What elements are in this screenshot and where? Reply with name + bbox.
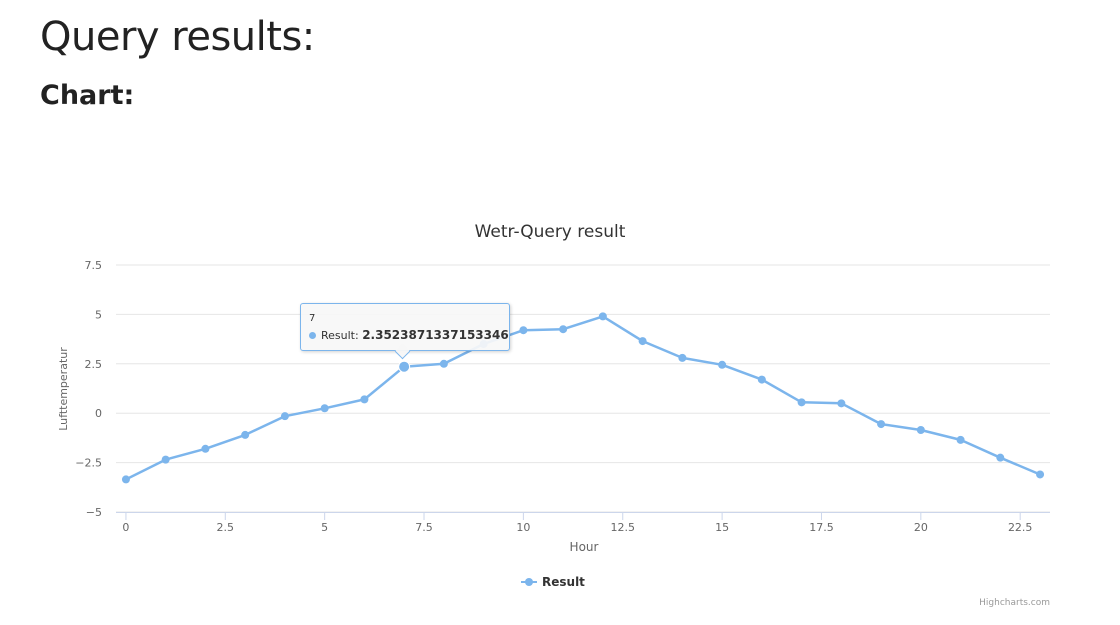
y-tick-label: −2.5 [75, 457, 102, 470]
x-tick-label: 12.5 [610, 521, 635, 534]
tooltip-value: 2.3523871337153346 [362, 328, 509, 342]
tooltip-series-name: Result [321, 329, 355, 342]
data-point [598, 312, 607, 321]
data-point [1036, 470, 1045, 479]
x-tick-label: 22.5 [1008, 521, 1033, 534]
x-axis-title: Hour [570, 540, 599, 554]
x-tick-label: 7.5 [415, 521, 433, 534]
y-tick-label: −5 [86, 506, 102, 519]
data-point [916, 425, 925, 434]
data-point [201, 444, 210, 453]
y-tick-label: 5 [95, 308, 102, 321]
data-point [320, 404, 329, 413]
legend-item-result: Result [542, 575, 585, 589]
data-point [280, 412, 289, 421]
data-point [797, 398, 806, 407]
legend-marker-icon [525, 578, 533, 586]
x-tick-label: 17.5 [809, 521, 834, 534]
data-point [519, 326, 528, 335]
data-point [837, 399, 846, 408]
y-tick-label: 7.5 [85, 259, 103, 272]
chart-title: Wetr-Query result [475, 222, 626, 242]
data-point [757, 375, 766, 384]
x-tick-label: 15 [715, 521, 729, 534]
data-point [559, 325, 568, 334]
data-point [439, 359, 448, 368]
chart-tooltip: 7 Result: 2.3523871337153346 [300, 303, 510, 351]
data-point [161, 455, 170, 464]
y-tick-label: 2.5 [85, 358, 103, 371]
data-point [996, 453, 1005, 462]
data-point [678, 353, 687, 362]
x-tick-label: 0 [122, 521, 129, 534]
data-point [360, 395, 369, 404]
tooltip-x-value: 7 [309, 313, 316, 324]
data-point [718, 360, 727, 369]
tooltip-series-marker-icon [309, 331, 316, 339]
y-tick-label: 0 [95, 407, 102, 420]
data-point [638, 337, 647, 346]
y-axis-title: Lufttemperatur [57, 347, 70, 431]
data-point [877, 420, 886, 429]
data-point [241, 430, 250, 439]
x-tick-label: 2.5 [217, 521, 235, 534]
series-line-result [125, 315, 1041, 481]
line-chart: Wetr-Query result −5 −2.5 0 2.5 5 7.5 0 2.5 5 7.5 1… [57, 222, 1050, 589]
data-point [121, 475, 130, 484]
x-tick-label: 5 [321, 521, 328, 534]
tooltip-row: Result: 2.3523871337153346 [309, 328, 509, 342]
x-tick-label: 20 [914, 521, 928, 534]
data-point [398, 360, 411, 373]
data-point [956, 435, 965, 444]
credits-link[interactable]: Highcharts.com [979, 598, 1050, 608]
x-tick-label: 10 [516, 521, 530, 534]
